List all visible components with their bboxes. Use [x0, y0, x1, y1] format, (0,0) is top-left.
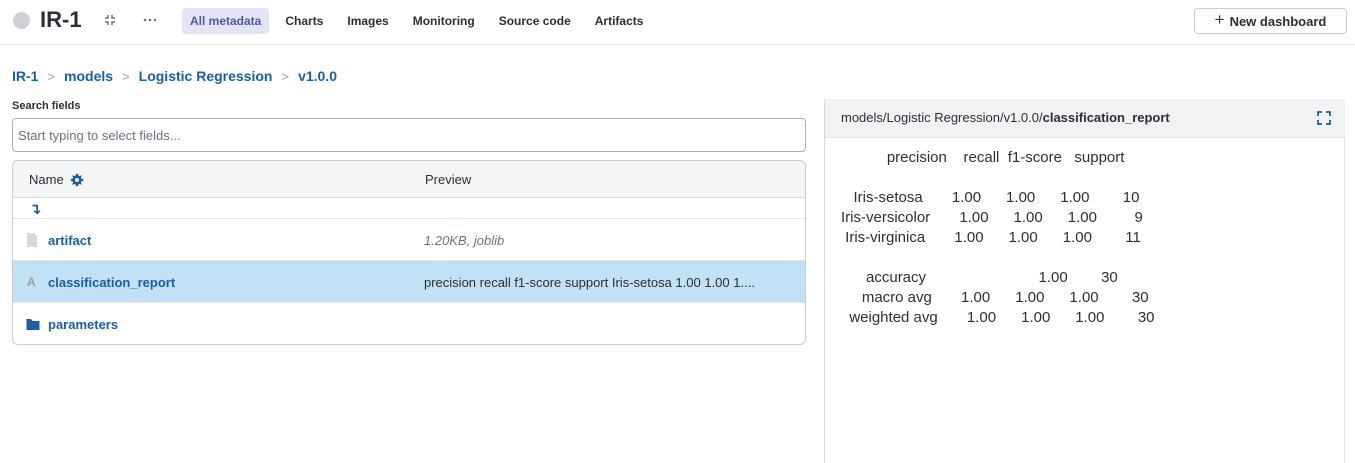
- navigate-up-icon[interactable]: ↴: [29, 200, 42, 218]
- table-header: Name Preview: [13, 161, 805, 198]
- preview-panel-header: models/Logistic Regression/v1.0.0/classi…: [825, 99, 1345, 138]
- top-bar: IR-1 All metadata Charts Images Monitori…: [0, 0, 1355, 45]
- preview-panel-body: precision recall f1-score support Iris-s…: [825, 138, 1345, 463]
- breadcrumb-separator-icon: >: [122, 68, 130, 84]
- preview-panel: models/Logistic Regression/v1.0.0/classi…: [825, 99, 1345, 463]
- table-row[interactable]: artifact 1.20KB, joblib: [13, 219, 805, 261]
- column-header-preview: Preview: [425, 172, 472, 187]
- run-status-indicator: [13, 12, 30, 29]
- new-dashboard-button[interactable]: + New dashboard: [1194, 8, 1347, 34]
- tab-charts[interactable]: Charts: [277, 8, 331, 34]
- collapse-icon[interactable]: [102, 12, 118, 28]
- breadcrumb-item-run[interactable]: IR-1: [12, 68, 38, 84]
- folder-icon: [26, 319, 40, 330]
- field-preview: precision recall f1-score support Iris-s…: [424, 275, 755, 290]
- string-type-icon: A: [27, 275, 36, 289]
- breadcrumb-item-logistic-regression[interactable]: Logistic Regression: [139, 68, 273, 84]
- tab-images[interactable]: Images: [339, 8, 396, 34]
- breadcrumb-separator-icon: >: [47, 68, 56, 84]
- tab-bar: All metadata Charts Images Monitoring So…: [182, 8, 659, 34]
- preview-path-prefix: models/Logistic Regression/v1.0.0/: [841, 110, 1043, 125]
- table-row-parent[interactable]: ↴: [13, 198, 805, 219]
- search-fields-label: Search fields: [12, 100, 81, 112]
- table-row[interactable]: parameters: [13, 303, 805, 344]
- field-name-parameters[interactable]: parameters: [48, 317, 118, 332]
- tab-all-metadata[interactable]: All metadata: [182, 8, 270, 34]
- file-icon: [27, 233, 37, 247]
- tab-monitoring[interactable]: Monitoring: [405, 8, 483, 34]
- tab-artifacts[interactable]: Artifacts: [587, 8, 652, 34]
- run-title: IR-1: [40, 7, 82, 32]
- field-name-classification-report[interactable]: classification_report: [48, 275, 175, 290]
- breadcrumb-separator-icon: >: [281, 68, 290, 84]
- preview-field-path: models/Logistic Regression/v1.0.0/classi…: [841, 110, 1170, 125]
- breadcrumb-item-models[interactable]: models: [64, 68, 113, 84]
- field-name-artifact[interactable]: artifact: [48, 233, 91, 248]
- breadcrumb-item-version[interactable]: v1.0.0: [298, 68, 337, 84]
- expand-icon[interactable]: [1317, 111, 1331, 125]
- column-header-name-label: Name: [29, 172, 64, 187]
- search-fields-input[interactable]: [12, 118, 806, 152]
- plus-icon: +: [1214, 10, 1225, 29]
- gear-icon[interactable]: [70, 173, 84, 187]
- preview-path-field: classification_report: [1042, 110, 1170, 125]
- breadcrumb: IR-1 > models > Logistic Regression > v1…: [12, 68, 337, 84]
- table-row-selected[interactable]: A classification_report precision recall…: [13, 261, 805, 303]
- more-options-icon[interactable]: [142, 12, 158, 28]
- column-header-name: Name: [29, 172, 84, 187]
- tab-source-code[interactable]: Source code: [491, 8, 579, 34]
- new-dashboard-label: New dashboard: [1229, 13, 1327, 29]
- field-preview: 1.20KB, joblib: [424, 233, 505, 248]
- classification-report-text: precision recall f1-score support Iris-s…: [841, 149, 1155, 326]
- fields-table: Name Preview ↴ artifact 1.20KB, joblib A…: [12, 160, 806, 345]
